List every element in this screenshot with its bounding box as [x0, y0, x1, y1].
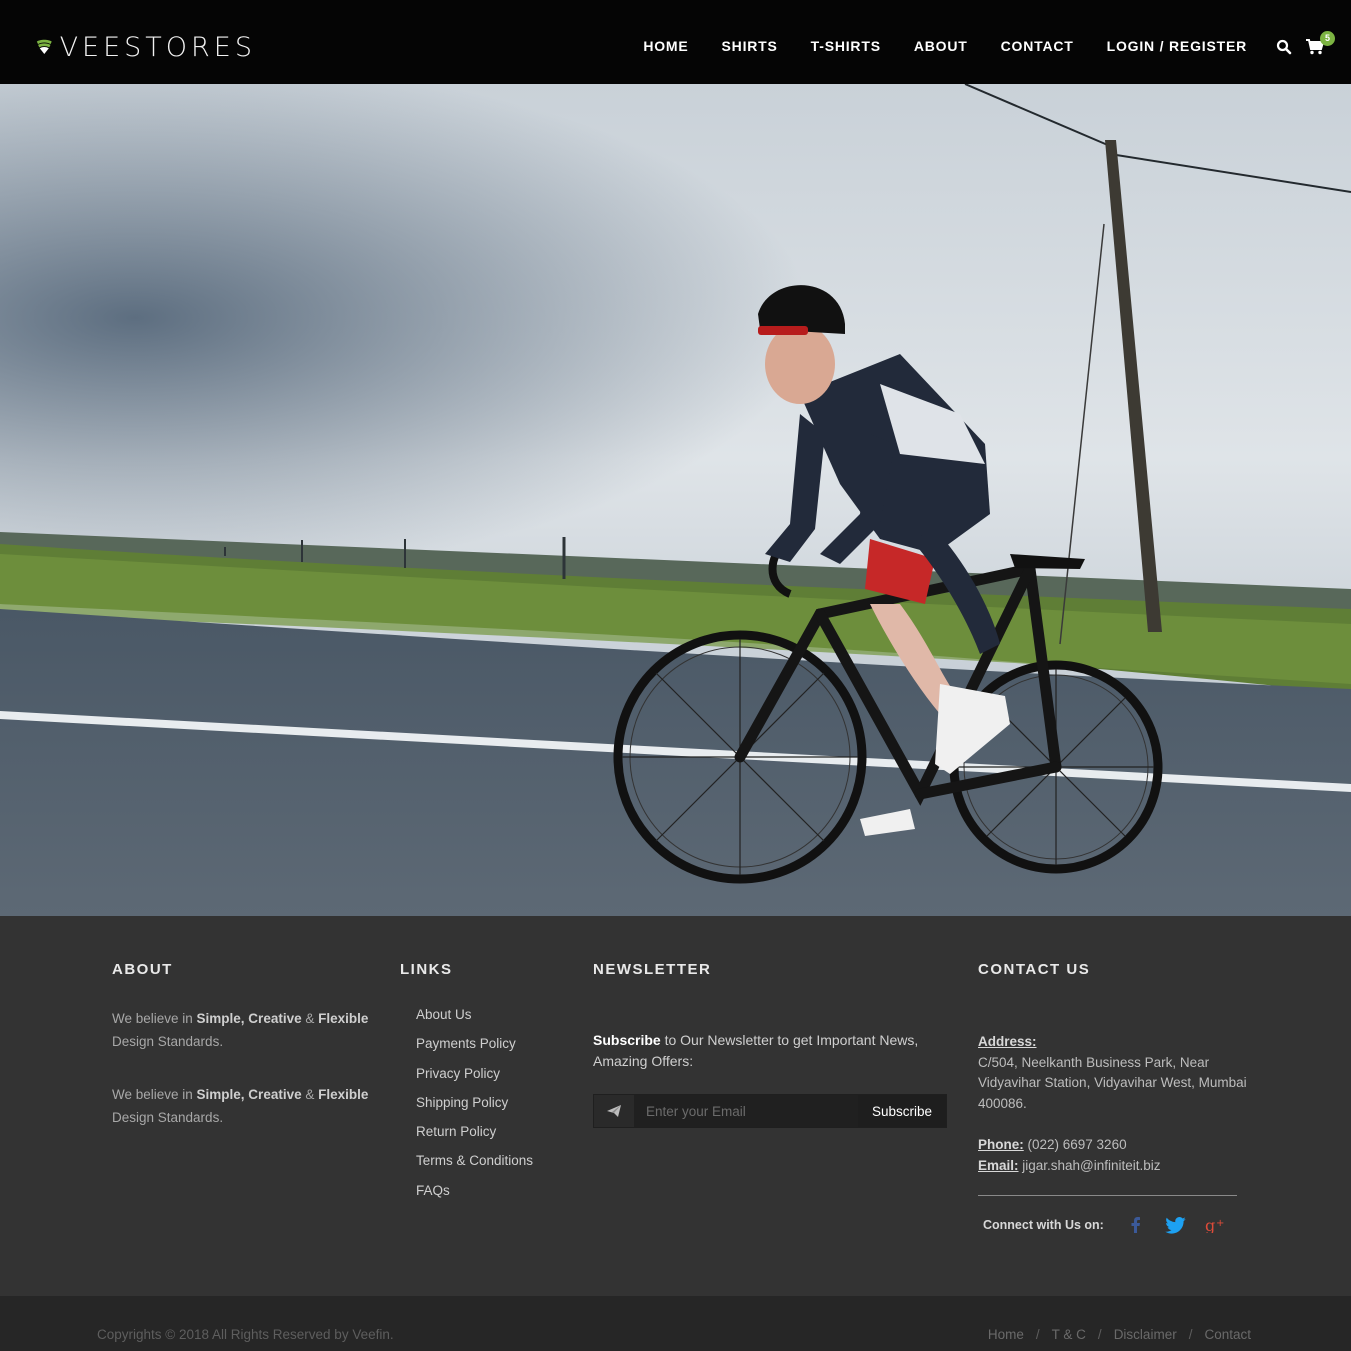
separator: / [1035, 1327, 1040, 1342]
google-plus-icon[interactable]: g + [1204, 1214, 1228, 1236]
about-text-bold: Flexible [318, 1011, 369, 1026]
site-footer: ABOUT We believe in Simple, Creative & F… [0, 916, 1351, 1296]
footer-link-return-policy[interactable]: Return Policy [416, 1124, 496, 1139]
newsletter-form: Subscribe [593, 1094, 947, 1128]
site-header: VEESTORES HOME SHIRTS T-SHIRTS ABOUT CON… [0, 0, 1351, 84]
about-text-segment: We believe in [112, 1011, 197, 1026]
search-icon [1276, 39, 1292, 55]
about-text-bold: Simple, Creative [196, 1011, 302, 1026]
footer-newsletter-title: NEWSLETTER [593, 961, 712, 978]
footer-link-shipping-policy[interactable]: Shipping Policy [416, 1095, 508, 1110]
twitter-icon[interactable] [1163, 1214, 1187, 1236]
footer-links-title: LINKS [400, 961, 453, 978]
address-label: Address: [978, 1034, 1037, 1049]
hero-banner [0, 84, 1351, 916]
about-text-bold: Simple, Creative [196, 1087, 302, 1102]
nav-t-shirts[interactable]: T-SHIRTS [811, 38, 881, 54]
svg-text:g: g [1205, 1217, 1215, 1233]
nav-login-register[interactable]: LOGIN / REGISTER [1107, 38, 1247, 54]
bottom-link-disclaimer[interactable]: Disclaimer [1114, 1327, 1177, 1342]
newsletter-description: Subscribe to Our Newsletter to get Impor… [593, 1030, 943, 1072]
facebook-icon[interactable] [1126, 1214, 1144, 1236]
copyright-text: Copyrights © 2018 All Rights Reserved by… [97, 1327, 394, 1342]
subscribe-button[interactable]: Subscribe [858, 1095, 946, 1127]
cart-count-badge: 5 [1320, 31, 1335, 46]
footer-link-privacy-policy[interactable]: Privacy Policy [416, 1066, 500, 1081]
about-text-segment: Design Standards. [112, 1110, 224, 1125]
about-paragraph-1: We believe in Simple, Creative & Flexibl… [112, 1007, 382, 1053]
address-value: C/504, Neelkanth Business Park, Near Vid… [978, 1054, 1247, 1111]
bottom-link-contact[interactable]: Contact [1204, 1327, 1251, 1342]
svg-text:+: + [1216, 1218, 1224, 1229]
about-text-segment: & [301, 1011, 319, 1026]
nav-contact[interactable]: CONTACT [1001, 38, 1074, 54]
newsletter-text-bold: Subscribe [593, 1032, 661, 1048]
footer-link-payments-policy[interactable]: Payments Policy [416, 1036, 516, 1051]
contact-divider [978, 1195, 1237, 1196]
footer-about-title: ABOUT [112, 961, 173, 978]
nav-home[interactable]: HOME [643, 38, 688, 54]
footer-link-about-us[interactable]: About Us [416, 1007, 472, 1022]
contact-details: Address: C/504, Neelkanth Business Park,… [978, 1032, 1248, 1176]
bottom-links: Home / T & C / Disclaimer / Contact [988, 1327, 1251, 1342]
about-text-segment: & [301, 1087, 319, 1102]
shield-logo-icon [36, 39, 52, 55]
cyclist-on-road-photo [0, 84, 1351, 916]
footer-contact-title: CONTACT US [978, 961, 1091, 978]
about-text-segment: Design Standards. [112, 1034, 224, 1049]
footer-links-list: About Us Payments Policy Privacy Policy … [416, 1006, 533, 1211]
search-button[interactable] [1276, 39, 1294, 57]
email-value[interactable]: jigar.shah@infiniteit.biz [1019, 1158, 1160, 1173]
nav-shirts[interactable]: SHIRTS [722, 38, 778, 54]
email-label: Email: [978, 1157, 1019, 1173]
main-nav: HOME SHIRTS T-SHIRTS ABOUT CONTACT LOGIN… [610, 38, 1247, 54]
footer-link-faqs[interactable]: FAQs [416, 1183, 450, 1198]
connect-label: Connect with Us on: [983, 1218, 1104, 1232]
logo-text: VEESTORES [59, 31, 256, 63]
separator: / [1097, 1327, 1102, 1342]
paper-plane-icon [594, 1095, 634, 1127]
phone-value: (022) 6697 3260 [1023, 1137, 1127, 1152]
site-logo[interactable]: VEESTORES [36, 27, 256, 67]
about-text-bold: Flexible [318, 1087, 369, 1102]
newsletter-email-input[interactable] [634, 1095, 858, 1127]
about-text-segment: We believe in [112, 1087, 197, 1102]
nav-about[interactable]: ABOUT [914, 38, 968, 54]
bottom-link-tc[interactable]: T & C [1052, 1327, 1086, 1342]
separator: / [1188, 1327, 1193, 1342]
bottom-bar: Copyrights © 2018 All Rights Reserved by… [0, 1296, 1351, 1351]
phone-label: Phone: [978, 1137, 1024, 1152]
bottom-link-home[interactable]: Home [988, 1327, 1024, 1342]
footer-link-terms-conditions[interactable]: Terms & Conditions [416, 1153, 533, 1168]
about-paragraph-2: We believe in Simple, Creative & Flexibl… [112, 1083, 382, 1129]
